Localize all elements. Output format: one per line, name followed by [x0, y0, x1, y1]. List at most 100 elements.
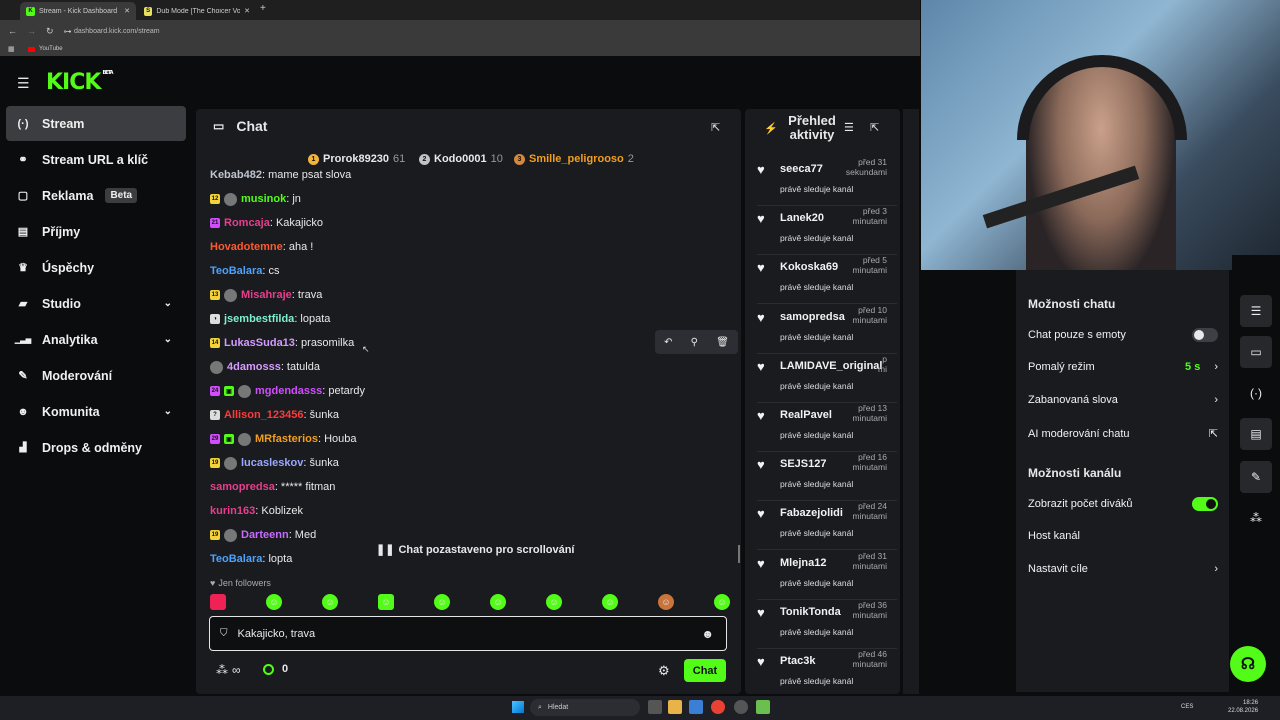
chevron-down-icon[interactable]: ⌄	[164, 298, 172, 309]
activity-username[interactable]: Kokoska69	[780, 261, 838, 273]
activity-item[interactable]: ♥ LAMIDAVE_original p mi právě sleduje kanál	[757, 354, 897, 403]
chat-message[interactable]: kurin163: Koblizek	[210, 503, 303, 519]
obs-icon[interactable]	[734, 700, 748, 714]
chat-input[interactable]: ⛉ Kakajicko, trava ☻	[209, 616, 727, 651]
chat-toggle-icon[interactable]: ▭	[1240, 336, 1272, 368]
delete-icon[interactable]: 🗑	[716, 337, 729, 348]
community-icon[interactable]: ⁂	[216, 663, 228, 677]
emote-kick-6[interactable]: ☺	[546, 594, 562, 610]
gear-icon[interactable]: ⚙	[658, 663, 670, 679]
chat-message[interactable]: 14 LukasSuda13: prasomilka	[210, 335, 354, 351]
activity-username[interactable]: Lanek20	[780, 212, 824, 224]
top-chatter-1[interactable]: 1 Prorok89230 61	[308, 153, 405, 165]
clock[interactable]: 18:26 22.08.2026	[1228, 699, 1258, 715]
sidebar-item-reklama[interactable]: ▢ Reklama Beta	[6, 178, 186, 213]
emote-only-option[interactable]: Chat pouze s emoty	[1028, 328, 1218, 342]
activity-item[interactable]: ♥ SEJS127 před 16 minutami právě sleduje kan…	[757, 452, 897, 502]
host-channel-option[interactable]: Host kanál	[1028, 530, 1218, 542]
slow-mode-option[interactable]: Pomalý režim 5 s ›	[1028, 361, 1218, 373]
back-icon[interactable]: ←	[8, 26, 17, 36]
popout-icon[interactable]: ⇱	[870, 121, 879, 134]
emote-kick-4[interactable]: ☺	[434, 594, 450, 610]
tab-dub-mode[interactable]: S Dub Mode [The Choicer Voices] ✕	[138, 2, 256, 20]
show-viewers-option[interactable]: Zobrazit počet diváků	[1028, 497, 1218, 511]
taskbar-search[interactable]: ⌕ Hledat	[530, 699, 640, 716]
chat-message[interactable]: 19 lucasleskov: šunka	[210, 455, 339, 471]
activity-username[interactable]: Ptac3k	[780, 655, 815, 667]
chat-username[interactable]: LukasSuda13	[224, 337, 295, 349]
sidebar-item-prijmy[interactable]: ▤ Příjmy	[6, 214, 186, 249]
chat-username[interactable]: TeoBalara	[210, 265, 262, 277]
activity-username[interactable]: LAMIDAVE_original	[780, 360, 882, 372]
ai-moderation-option[interactable]: AI moderování chatu ⇱	[1028, 427, 1218, 441]
activity-item[interactable]: ♥ Kokoska69 před 5 minutami právě sleduje ka…	[757, 255, 897, 305]
new-tab-icon[interactable]: +	[260, 3, 266, 14]
chat-username[interactable]: 4damosss	[227, 361, 281, 373]
chevron-down-icon[interactable]: ⌄	[164, 406, 172, 417]
file-explorer-icon[interactable]	[668, 700, 682, 714]
emote-kick-5[interactable]: ☺	[490, 594, 506, 610]
emote-rainbow[interactable]	[210, 594, 226, 610]
site-info-icon[interactable]: ⊶	[64, 27, 72, 36]
windows-start-icon[interactable]	[512, 701, 524, 713]
chat-username[interactable]: TeoBalara	[210, 553, 262, 565]
chat-username[interactable]: Kebab482	[210, 169, 262, 181]
emoji-icon[interactable]: ☻	[701, 627, 714, 641]
emote-mushroom[interactable]: ☺	[658, 594, 674, 610]
sidebar-item-komunita[interactable]: ☻ Komunita ⌄	[6, 394, 186, 429]
chat-message[interactable]: 12 musinok: jn	[210, 191, 301, 207]
chat-paused-banner[interactable]: ❚❚ Chat pozastaveno pro scrollování	[376, 543, 574, 557]
activity-username[interactable]: RealPavel	[780, 409, 832, 421]
sidebar-item-studio[interactable]: ▰ Studio ⌄	[6, 286, 186, 321]
activity-username[interactable]: seeca77	[780, 163, 823, 175]
bookmark-youtube[interactable]: YouTube	[39, 46, 63, 52]
pin-icon[interactable]: ⚲	[691, 337, 698, 348]
activity-item[interactable]: ♥ seeca77 před 31 sekundami právě sleduje ka…	[757, 157, 897, 206]
popout-icon[interactable]: ⇱	[711, 121, 720, 134]
tab-kick-dashboard[interactable]: K Stream - Kick Dashboard ✕	[20, 2, 136, 20]
wrench-icon[interactable]: ✎	[1240, 461, 1272, 493]
chat-message[interactable]: 21 Romcaja: Kakajicko	[210, 215, 323, 231]
close-tab-icon[interactable]: ✕	[124, 7, 130, 15]
top-chatter-3[interactable]: 3 Smille_peligrooso 2	[514, 153, 634, 165]
activity-item[interactable]: ♥ RealPavel před 13 minutami právě sleduje k…	[757, 403, 897, 452]
activity-username[interactable]: Mlejna12	[780, 557, 826, 569]
reply-icon[interactable]: ↶	[664, 337, 672, 348]
chat-username[interactable]: Allison_123456	[224, 409, 304, 421]
chat-message[interactable]: 4damosss: tatulda	[210, 359, 320, 375]
activity-item[interactable]: ♥ samopredsa před 10 minutami právě sleduje …	[757, 305, 897, 354]
chat-username[interactable]: Misahraje	[241, 289, 292, 301]
layout-icon[interactable]: ▤	[1240, 418, 1272, 450]
url-field[interactable]: dashboard.kick.com/stream	[74, 24, 920, 38]
points-display[interactable]: 0	[263, 663, 288, 675]
activity-item[interactable]: ♥ Ptac3k před 46 minutami právě sleduje kaná…	[757, 649, 897, 698]
chat-message[interactable]: Kebab482: mame psat slova	[210, 167, 351, 183]
broadcast-icon[interactable]: (·)	[1240, 377, 1272, 409]
store-icon[interactable]	[689, 700, 703, 714]
chat-username[interactable]: musinok	[241, 193, 286, 205]
chat-message[interactable]: ◑ jsembestfilda: lopata	[210, 311, 330, 327]
activity-username[interactable]: samopredsa	[780, 311, 845, 323]
sidebar-item-uspechy[interactable]: ♛ Úspěchy	[6, 250, 186, 285]
kick-logo[interactable]: KICK BETA	[46, 70, 114, 95]
chat-message[interactable]: TeoBalara: cs	[210, 263, 280, 279]
chat-username[interactable]: mgdendasss	[255, 385, 322, 397]
chat-username[interactable]: Hovadotemne	[210, 241, 283, 253]
emote-only-toggle[interactable]	[1192, 328, 1218, 342]
activity-item[interactable]: ♥ Mlejna12 před 31 minutami právě sleduje ka…	[757, 551, 897, 600]
activity-username[interactable]: TonikTonda	[780, 606, 841, 618]
apps-icon[interactable]: ▦	[8, 45, 15, 53]
sidebar-item-stream[interactable]: (·) Stream	[6, 106, 186, 141]
activity-username[interactable]: SEJS127	[780, 458, 826, 470]
sidebar-item-analytika[interactable]: ▁▃▅ Analytika ⌄	[6, 322, 186, 357]
send-chat-button[interactable]: Chat	[684, 659, 726, 682]
sidebar-item-moderovani[interactable]: ✎ Moderování	[6, 358, 186, 393]
emote-kick-1[interactable]: ☺	[266, 594, 282, 610]
chat-username[interactable]: jsembestfilda	[224, 313, 294, 325]
list-icon[interactable]: ☰	[1240, 295, 1272, 327]
chat-message[interactable]: 29 ▣ MRfasterios: Houba	[210, 431, 357, 447]
chat-message[interactable]: TeoBalara: lopta	[210, 551, 292, 567]
emote-kick-3[interactable]: ☺	[378, 594, 394, 610]
chat-username[interactable]: Romcaja	[224, 217, 270, 229]
top-chatter-2[interactable]: 2 Kodo0001 10	[419, 153, 503, 165]
